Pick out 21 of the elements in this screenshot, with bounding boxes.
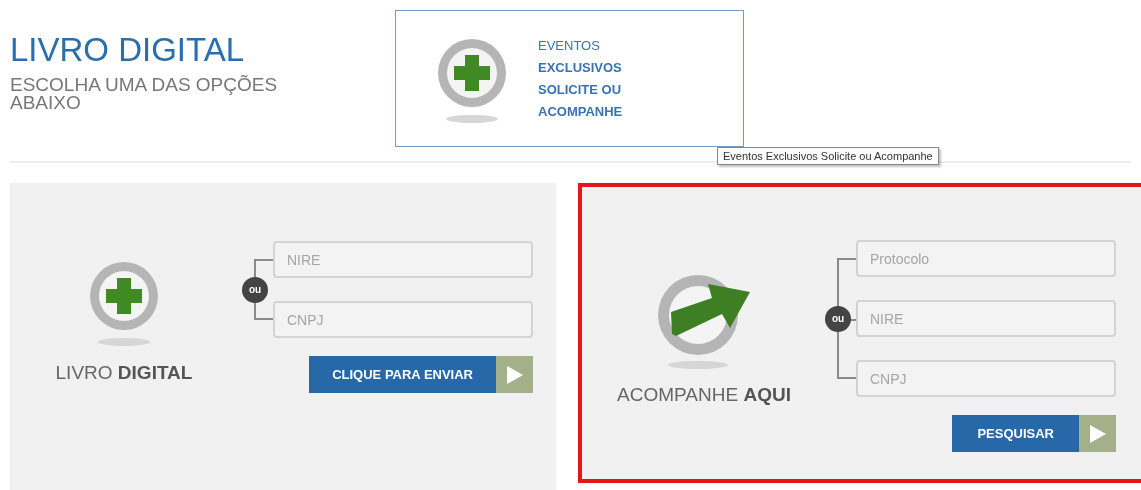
submit-button[interactable]: PESQUISAR: [952, 415, 1116, 452]
play-icon: [506, 365, 523, 384]
page-title: LIVRO DIGITAL: [10, 32, 246, 69]
text-field[interactable]: CNPJ: [856, 360, 1116, 397]
tooltip: Eventos Exclusivos Solicite ou Acompanhe: [717, 147, 939, 165]
events-label: EVENTOS: [538, 37, 601, 55]
text-field[interactable]: NIRE: [273, 241, 533, 278]
panel-title: ACOMPANHE AQUI: [617, 384, 791, 406]
events-label: SOLICITE OU: [538, 81, 623, 99]
text-field[interactable]: CNPJ: [273, 301, 533, 338]
events-label: EXCLUSIVOS: [538, 59, 623, 77]
text-field[interactable]: NIRE: [856, 300, 1116, 337]
events-label: ACOMPANHE: [538, 103, 623, 121]
or-badge: ou: [825, 305, 851, 332]
panel-title: LIVRO DIGITAL: [55, 362, 193, 384]
page-subtitle: ESCOLHA UMA DAS OPÇÕES ABAIXO: [10, 76, 279, 113]
play-icon: [1089, 424, 1106, 443]
events-card[interactable]: EVENTOS EXCLUSIVOS SOLICITE OU ACOMPANHE: [395, 10, 744, 147]
text-field[interactable]: Protocolo: [856, 240, 1116, 277]
submit-button[interactable]: CLIQUE PARA ENVIAR: [309, 356, 533, 393]
or-badge: ou: [242, 276, 268, 303]
